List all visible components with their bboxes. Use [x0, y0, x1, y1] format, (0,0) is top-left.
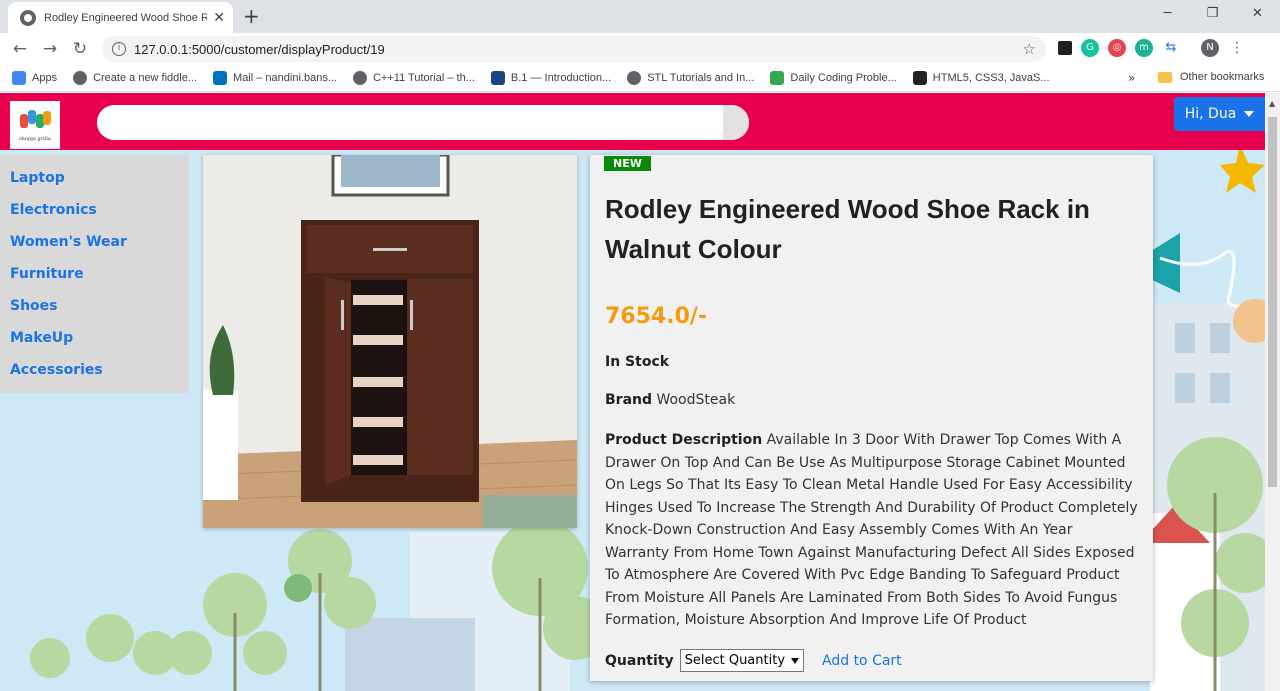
- reload-icon[interactable]: ↻: [65, 39, 95, 59]
- extensions: G ◎ m ⇆ N ⋮: [1058, 39, 1246, 57]
- bookmark-label: C++11 Tutorial – th...: [372, 72, 475, 84]
- product-details-card: NEW Rodley Engineered Wood Shoe Rack in …: [590, 155, 1153, 681]
- search-button[interactable]: [723, 105, 749, 140]
- globe-icon: [627, 71, 642, 85]
- address-bar[interactable]: i 127.0.0.1:5000/customer/displayProduct…: [102, 36, 1046, 62]
- bookmark-label: B.1 — Introduction...: [510, 72, 612, 84]
- logo-graphic: [18, 108, 52, 134]
- bookmark-item[interactable]: B.1 — Introduction...: [490, 71, 612, 85]
- scrollbar-thumb[interactable]: [1268, 117, 1277, 487]
- sidebar-item-furniture[interactable]: Furniture: [0, 259, 189, 291]
- menu-dots-icon[interactable]: ⋮: [1228, 39, 1246, 57]
- quantity-select[interactable]: Select Quantity: [679, 649, 805, 672]
- globe-icon: [352, 71, 367, 85]
- browser-tab[interactable]: Rodley Engineered Wood Shoe R ✕: [8, 2, 233, 33]
- bookmark-item[interactable]: Daily Coding Proble...: [770, 71, 897, 85]
- info-icon[interactable]: i: [112, 42, 126, 56]
- sidebar-item-laptop[interactable]: Laptop: [0, 163, 189, 195]
- quantity-row: Quantity Select Quantity Add to Cart: [605, 649, 902, 672]
- bookmark-item[interactable]: C++11 Tutorial – th...: [352, 71, 475, 85]
- new-badge: NEW: [604, 156, 651, 171]
- sidebar-item-makeup[interactable]: MakeUp: [0, 323, 189, 355]
- description-text: Available In 3 Door With Drawer Top Come…: [605, 432, 1138, 628]
- sidebar-item-shoes[interactable]: Shoes: [0, 291, 189, 323]
- close-tab-icon[interactable]: ✕: [213, 10, 225, 26]
- other-bookmarks[interactable]: Other bookmarks: [1158, 71, 1264, 83]
- bookmark-label: Create a new fiddle...: [93, 72, 198, 84]
- cpp-icon: [490, 71, 505, 85]
- close-window-icon[interactable]: ✕: [1235, 0, 1280, 30]
- bookmark-label: STL Tutorials and In...: [647, 72, 755, 84]
- globe-icon: [73, 71, 88, 85]
- url-text[interactable]: 127.0.0.1:5000/customer/displayProduct/1…: [134, 42, 385, 57]
- back-icon[interactable]: ←: [5, 39, 35, 59]
- stock-status: In Stock: [605, 354, 670, 370]
- logo-text: shoppi grilla: [19, 136, 51, 142]
- product-title: Rodley Engineered Wood Shoe Rack in Waln…: [605, 194, 1090, 264]
- sidebar-item-womens-wear[interactable]: Women's Wear: [0, 227, 189, 259]
- bookmark-label: HTML5, CSS3, JavaS...: [932, 72, 1050, 84]
- bookmark-label: Daily Coding Proble...: [790, 72, 897, 84]
- restore-icon[interactable]: ❐: [1190, 0, 1235, 30]
- bookmark-star-icon[interactable]: ☆: [1023, 40, 1036, 58]
- sidebar-item-accessories[interactable]: Accessories: [0, 355, 189, 387]
- html5-icon: [912, 71, 927, 85]
- grammarly-icon[interactable]: G: [1081, 39, 1099, 57]
- extension-red-icon[interactable]: ◎: [1108, 39, 1126, 57]
- bookmark-item[interactable]: Create a new fiddle...: [73, 71, 197, 85]
- description-label: Product Description: [605, 432, 763, 448]
- brand-label: Brand: [605, 392, 653, 408]
- globe-icon: [20, 9, 36, 26]
- add-to-cart-link[interactable]: Add to Cart: [822, 653, 902, 669]
- profile-avatar[interactable]: N: [1201, 39, 1219, 57]
- scroll-up-icon[interactable]: ▲: [1269, 99, 1275, 108]
- browser-tab-strip: Rodley Engineered Wood Shoe R ✕ + ─ ❐ ✕: [0, 0, 1280, 33]
- outlook-icon: [213, 71, 228, 85]
- bookmark-label: Apps: [32, 72, 58, 84]
- grid-extension-icon[interactable]: [1058, 41, 1072, 55]
- sidebar-item-electronics[interactable]: Electronics: [0, 195, 189, 227]
- bookmark-apps[interactable]: Apps: [12, 71, 57, 85]
- caret-down-icon: [1244, 111, 1255, 117]
- other-bookmarks-label: Other bookmarks: [1180, 71, 1265, 83]
- minimize-icon[interactable]: ─: [1145, 0, 1190, 30]
- quantity-label: Quantity: [605, 652, 674, 669]
- category-sidebar: Laptop Electronics Women's Wear Furnitur…: [0, 155, 189, 393]
- bookmark-item[interactable]: HTML5, CSS3, JavaS...: [912, 71, 1050, 85]
- bookmark-item[interactable]: Mail – nandini.bans...: [213, 71, 337, 85]
- site-header: shoppi grilla Hi, Dua: [0, 93, 1265, 150]
- user-greeting: Hi, Dua: [1184, 106, 1237, 122]
- product-description: Product Description Available In 3 Door …: [605, 429, 1140, 632]
- user-menu-button[interactable]: Hi, Dua: [1174, 97, 1265, 131]
- search-bar: [97, 105, 749, 140]
- quantity-selected-value: Select Quantity: [684, 653, 786, 668]
- bookmark-label: Mail – nandini.bans...: [233, 72, 337, 84]
- extension-arrows-icon[interactable]: ⇆: [1162, 39, 1180, 57]
- bookmark-item[interactable]: STL Tutorials and In...: [627, 71, 754, 85]
- product-price: 7654.0/-: [605, 304, 708, 329]
- forward-icon[interactable]: →: [35, 39, 65, 59]
- bookmarks-overflow-icon[interactable]: »: [1128, 71, 1135, 85]
- product-image: [203, 155, 577, 528]
- daily-coding-icon: [770, 71, 785, 85]
- page-viewport: shoppi grilla Hi, Dua Laptop Electronics…: [0, 93, 1265, 691]
- search-input[interactable]: [97, 105, 723, 140]
- dropdown-arrow-icon: [791, 657, 800, 664]
- site-logo[interactable]: shoppi grilla: [10, 101, 60, 149]
- window-controls: ─ ❐ ✕: [1145, 0, 1280, 30]
- page-scrollbar[interactable]: ▲: [1265, 93, 1280, 691]
- bookmarks-bar: Apps Create a new fiddle... Mail – nandi…: [0, 65, 1280, 92]
- new-tab-icon[interactable]: +: [243, 4, 260, 28]
- extension-m-icon[interactable]: m: [1135, 39, 1153, 57]
- tab-title: Rodley Engineered Wood Shoe R: [44, 11, 208, 24]
- browser-toolbar: ← → ↻ i 127.0.0.1:5000/customer/displayP…: [0, 33, 1280, 65]
- folder-icon: [1158, 71, 1172, 83]
- apps-grid-icon: [12, 71, 26, 85]
- brand-row: Brand WoodSteak: [605, 392, 735, 408]
- brand-value: WoodSteak: [656, 392, 736, 408]
